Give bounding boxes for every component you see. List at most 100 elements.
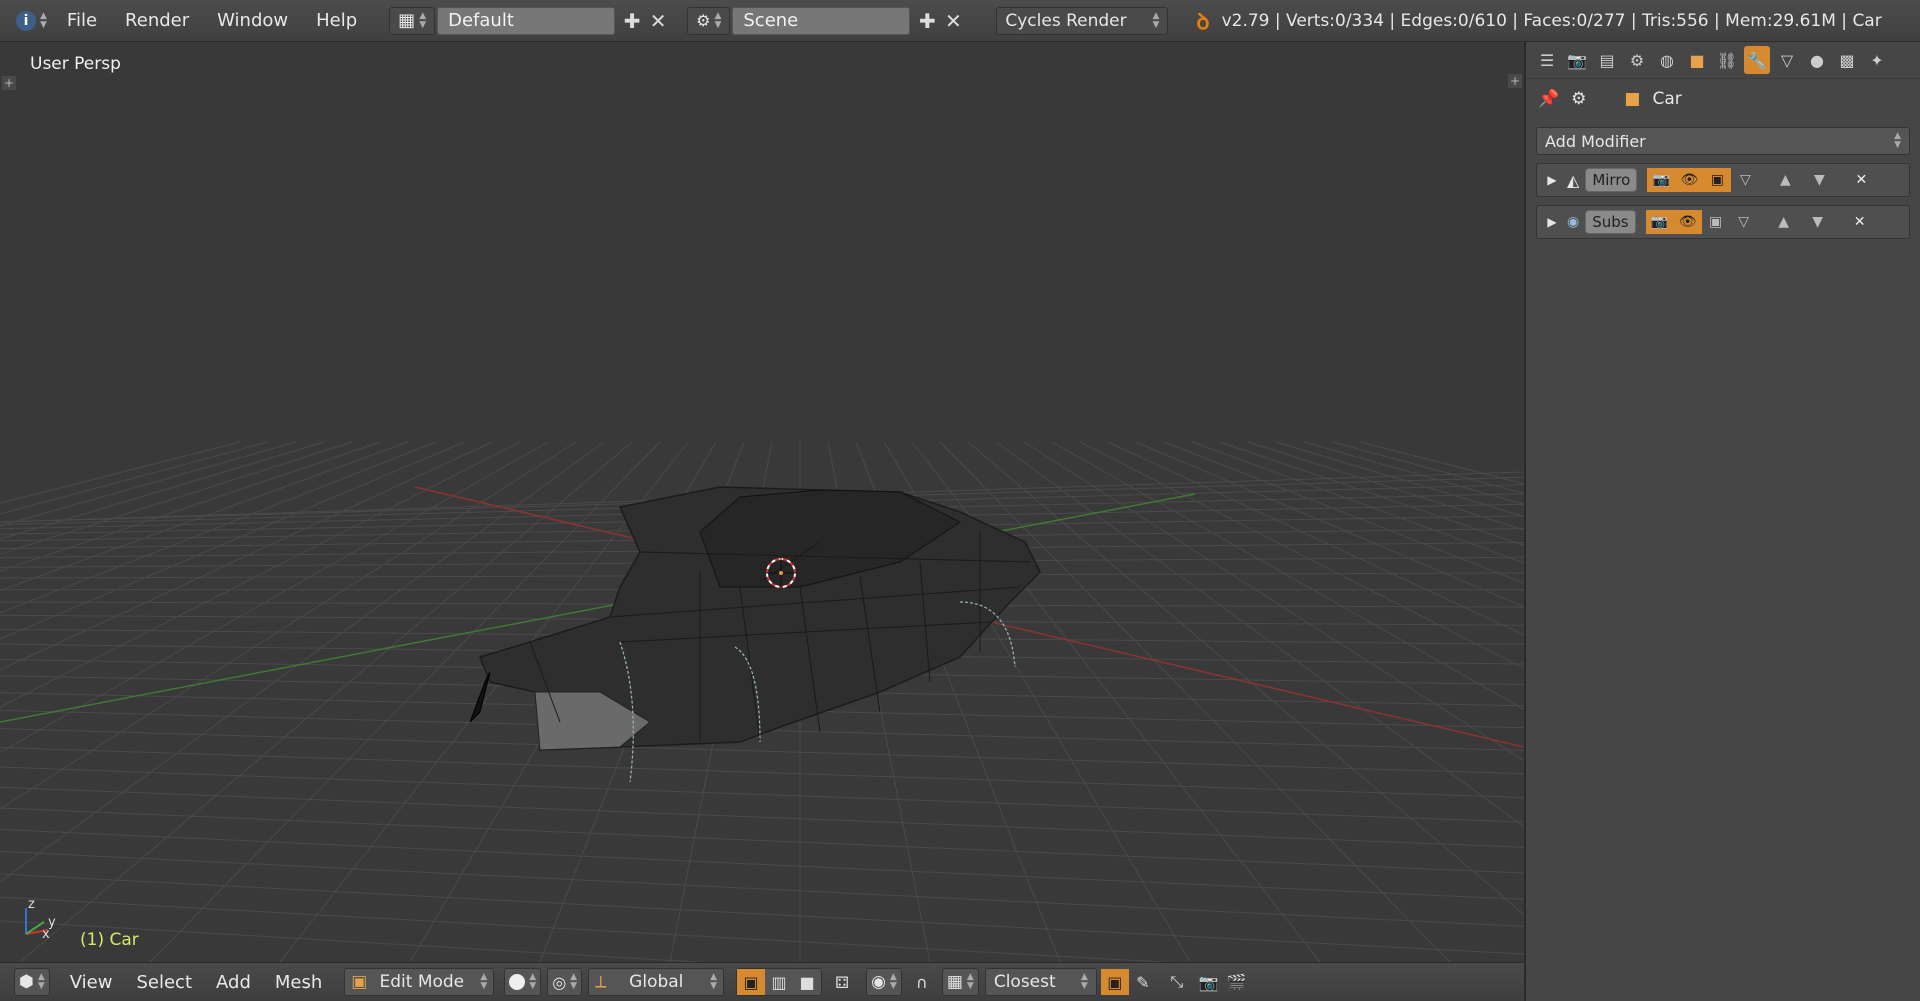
- modifier-name-field[interactable]: Mirro: [1585, 168, 1638, 192]
- car-mesh[interactable]: [469, 486, 1041, 783]
- viewport-scene: z x y: [0, 441, 1524, 962]
- limit-selection-to-visible-button[interactable]: ⚃: [828, 969, 856, 995]
- viewport-shading-dropdown[interactable]: ▲ ▼: [504, 968, 542, 996]
- menu-file[interactable]: File: [53, 0, 111, 42]
- render-engine-dropdown[interactable]: Cycles Render ▲ ▼: [996, 6, 1169, 35]
- chevron-updown-icon: ▲ ▼: [419, 10, 427, 30]
- mirror-modifier-icon: ◭: [1567, 170, 1580, 190]
- menu-select[interactable]: Select: [124, 972, 204, 993]
- snap-target-dropdown[interactable]: Closest ▲ ▼: [984, 968, 1097, 996]
- scene-browse-button[interactable]: ⚙ ▲ ▼: [687, 6, 731, 35]
- face-select-button[interactable]: ■: [793, 969, 821, 995]
- snap-element-dropdown[interactable]: ▦ ▲ ▼: [941, 968, 979, 996]
- show-render-toggle[interactable]: 📷: [1647, 168, 1676, 192]
- transform-orientation-dropdown[interactable]: ⟂ Global ▲ ▼: [588, 968, 725, 996]
- tab-object[interactable]: ■: [1684, 46, 1710, 74]
- tab-texture[interactable]: ▩: [1834, 46, 1860, 74]
- snap-toggle-button[interactable]: ∩: [908, 969, 936, 995]
- menu-mesh[interactable]: Mesh: [263, 972, 334, 993]
- screen-layout-field[interactable]: Default: [437, 6, 616, 35]
- show-on-cage-toggle[interactable]: ▽: [1731, 168, 1759, 192]
- move-down-button[interactable]: ▼: [1804, 210, 1832, 234]
- object-context-icon: ■: [1624, 89, 1641, 109]
- tab-scene[interactable]: ⚙: [1624, 46, 1650, 74]
- proportional-editing-dropdown[interactable]: ◉ ▲ ▼: [866, 968, 902, 996]
- menu-view[interactable]: View: [58, 972, 125, 993]
- move-up-button[interactable]: ▲: [1771, 168, 1799, 192]
- scene-icon: ⚙: [696, 11, 711, 30]
- add-modifier-dropdown[interactable]: Add Modifier ▲ ▼: [1536, 127, 1910, 155]
- tab-render[interactable]: 📷: [1564, 46, 1590, 74]
- 3d-cursor-icon[interactable]: [766, 558, 796, 588]
- transform-orientation-label: Global: [629, 972, 684, 992]
- expand-arrow-icon[interactable]: ▶: [1543, 173, 1561, 187]
- 3d-viewport[interactable]: z x y User Persp (1) Car + +: [0, 42, 1524, 962]
- show-viewport-toggle[interactable]: 👁: [1673, 210, 1702, 234]
- show-editmode-toggle[interactable]: ▣: [1702, 210, 1730, 234]
- layout-icon: ▦: [398, 10, 416, 31]
- screen-layout-browse-button[interactable]: ▦ ▲ ▼: [389, 6, 436, 35]
- tab-data[interactable]: ▽: [1774, 46, 1800, 74]
- chevron-updown-icon: ▲ ▼: [40, 10, 47, 30]
- render-engine-label: Cycles Render: [1005, 10, 1127, 31]
- show-editmode-toggle[interactable]: ▣: [1703, 168, 1732, 192]
- chevron-updown-icon: ▲ ▼: [529, 972, 537, 991]
- expand-arrow-icon[interactable]: ▶: [1543, 215, 1561, 229]
- vertex-select-button[interactable]: ▣: [737, 969, 766, 995]
- toolshelf-expand-icon[interactable]: +: [2, 76, 16, 90]
- snap-target-label: Closest: [993, 972, 1056, 992]
- show-on-cage-toggle[interactable]: ▽: [1730, 210, 1758, 234]
- menu-render[interactable]: Render: [111, 0, 203, 42]
- remove-scene-button[interactable]: ✕: [940, 8, 966, 34]
- interaction-mode-label: Edit Mode: [379, 972, 465, 992]
- tab-particles[interactable]: ✦: [1864, 46, 1890, 74]
- snap-element-icon: ▦: [946, 972, 963, 992]
- scene-field[interactable]: Scene: [732, 6, 911, 35]
- remove-layout-button[interactable]: ✕: [645, 8, 671, 34]
- editor-type-selector-3d[interactable]: ⬢ ▲ ▼: [14, 968, 50, 996]
- editor-type-selector[interactable]: i ▲ ▼: [0, 0, 53, 42]
- manipulator-icon: ⟂: [595, 972, 607, 992]
- interaction-mode-dropdown[interactable]: ▣ Edit Mode ▲ ▼: [344, 968, 495, 996]
- editor-type-properties-icon[interactable]: ☰: [1534, 46, 1560, 74]
- chevron-updown-icon: ▲ ▼: [714, 10, 722, 30]
- render-opengl-animation-button[interactable]: 🎬: [1223, 969, 1251, 995]
- select-mode-group: ▣ ▥ ■: [736, 968, 823, 996]
- tab-constraints[interactable]: ⛓: [1714, 46, 1740, 74]
- pivot-icon: ◎: [552, 972, 567, 992]
- chevron-updown-icon: ▲ ▼: [1080, 972, 1088, 991]
- tab-world[interactable]: ◍: [1654, 46, 1680, 74]
- properties-context: 📌 ⚙ ■ Car: [1526, 79, 1920, 119]
- show-render-toggle[interactable]: 📷: [1645, 210, 1674, 234]
- proportional-off-icon: ◉: [871, 972, 886, 992]
- active-object-label: (1) Car: [80, 930, 139, 950]
- snap-align-rotation-button[interactable]: ⤡: [1163, 969, 1191, 995]
- properties-region-expand-icon[interactable]: +: [1508, 74, 1522, 88]
- info-header: i ▲ ▼ File Render Window Help ▦ ▲ ▼ Defaul…: [0, 0, 1920, 42]
- menu-help[interactable]: Help: [302, 0, 371, 42]
- show-viewport-toggle[interactable]: 👁: [1675, 168, 1704, 192]
- context-object-name: Car: [1652, 89, 1682, 109]
- modifier-name-field[interactable]: Subs: [1585, 210, 1636, 234]
- snap-self-button[interactable]: ▣: [1100, 969, 1129, 995]
- modifier-panel-subsurf: ▶ ◉ Subs 📷 👁 ▣ ▽ ▲ ▼ ✕: [1536, 205, 1910, 239]
- render-opengl-image-button[interactable]: 📷: [1195, 969, 1223, 995]
- pin-icon[interactable]: 📌: [1538, 89, 1559, 109]
- chevron-updown-icon: ▲ ▼: [37, 972, 45, 991]
- move-up-button[interactable]: ▲: [1770, 210, 1798, 234]
- snap-project-button[interactable]: ✎: [1129, 969, 1157, 995]
- remove-modifier-button[interactable]: ✕: [1847, 168, 1875, 192]
- pivot-point-dropdown[interactable]: ◎ ▲ ▼: [547, 968, 583, 996]
- add-scene-button[interactable]: ✚: [914, 8, 940, 34]
- chevron-updown-icon: ▲ ▼: [889, 972, 897, 991]
- edge-select-button[interactable]: ▥: [765, 969, 793, 995]
- remove-modifier-button[interactable]: ✕: [1846, 210, 1874, 234]
- tab-modifiers[interactable]: 🔧: [1744, 46, 1770, 74]
- menu-window[interactable]: Window: [203, 0, 302, 42]
- tab-material[interactable]: ●: [1804, 46, 1830, 74]
- add-layout-button[interactable]: ✚: [619, 8, 645, 34]
- move-down-button[interactable]: ▼: [1805, 168, 1833, 192]
- cube-icon: ⬢: [19, 972, 34, 992]
- menu-add[interactable]: Add: [204, 972, 263, 993]
- tab-render-layers[interactable]: ▤: [1594, 46, 1620, 74]
